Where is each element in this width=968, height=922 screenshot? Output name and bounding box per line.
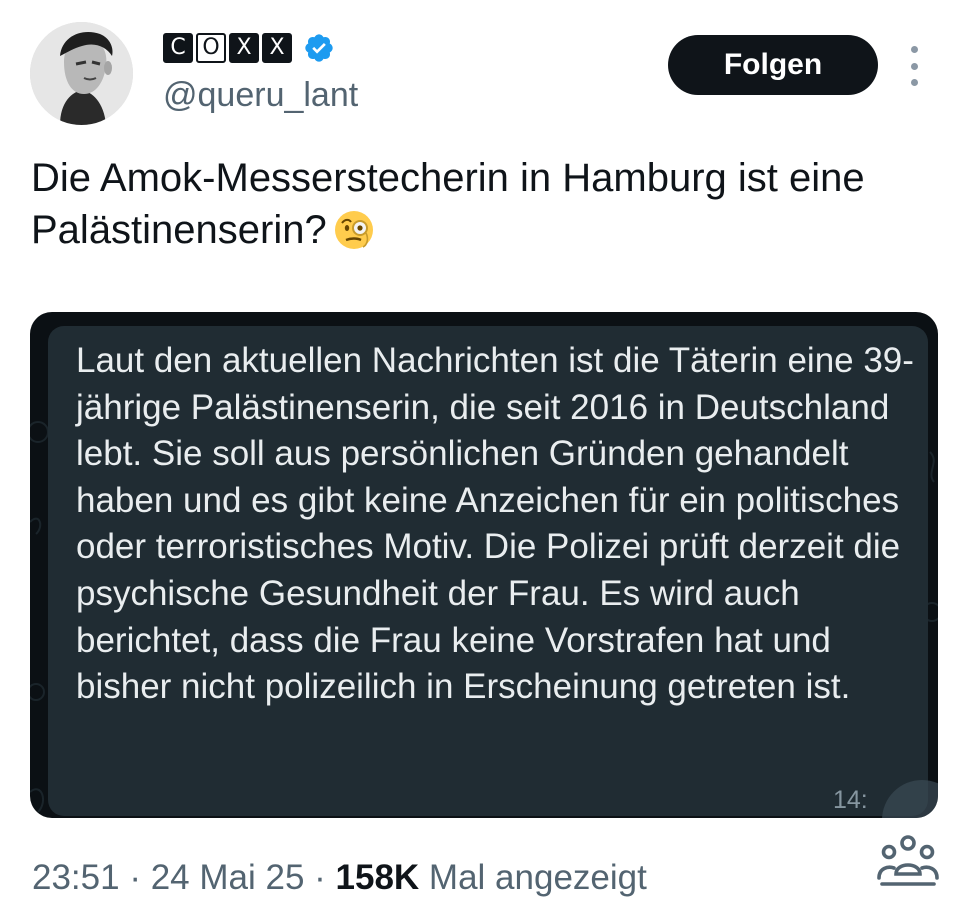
- display-name-char: O: [196, 33, 226, 63]
- meta-separator: ·: [119, 858, 151, 897]
- tweet-date[interactable]: 24 Mai 25: [151, 858, 305, 897]
- follow-button[interactable]: Folgen: [668, 35, 878, 95]
- display-name-char: X: [262, 33, 292, 63]
- author-handle[interactable]: @queru_lant: [163, 76, 358, 115]
- avatar[interactable]: [30, 22, 133, 125]
- community-icon[interactable]: [876, 834, 940, 888]
- display-name-char: X: [229, 33, 259, 63]
- tweet-time[interactable]: 23:51: [32, 858, 120, 897]
- meta-separator: ·: [304, 858, 336, 897]
- chat-message-time: 14:: [833, 786, 868, 814]
- views-count: 158K: [335, 858, 420, 897]
- face-with-monocle-emoji: [334, 211, 373, 249]
- tweet-meta: 23:51 · 24 Mai 25 · 158K Mal angezeigt: [32, 858, 647, 898]
- verified-badge-icon[interactable]: [303, 32, 335, 64]
- more-vertical-icon[interactable]: [906, 46, 922, 86]
- embedded-chat-image[interactable]: Laut den aktuellen Nachrichten ist die T…: [30, 312, 938, 818]
- display-name[interactable]: C O X X: [163, 32, 335, 64]
- views-label: Mal angezeigt: [419, 858, 647, 897]
- display-name-char: C: [163, 33, 193, 63]
- tweet-text-content: Die Amok-Messerstecherin in Hamburg ist …: [31, 156, 865, 252]
- chat-message-text: Laut den aktuellen Nachrichten ist die T…: [76, 341, 914, 707]
- tweet-text: Die Amok-Messerstecherin in Hamburg ist …: [31, 152, 931, 256]
- tweet: C O X X @queru_lant Folgen Die Amok-Mess…: [0, 0, 968, 922]
